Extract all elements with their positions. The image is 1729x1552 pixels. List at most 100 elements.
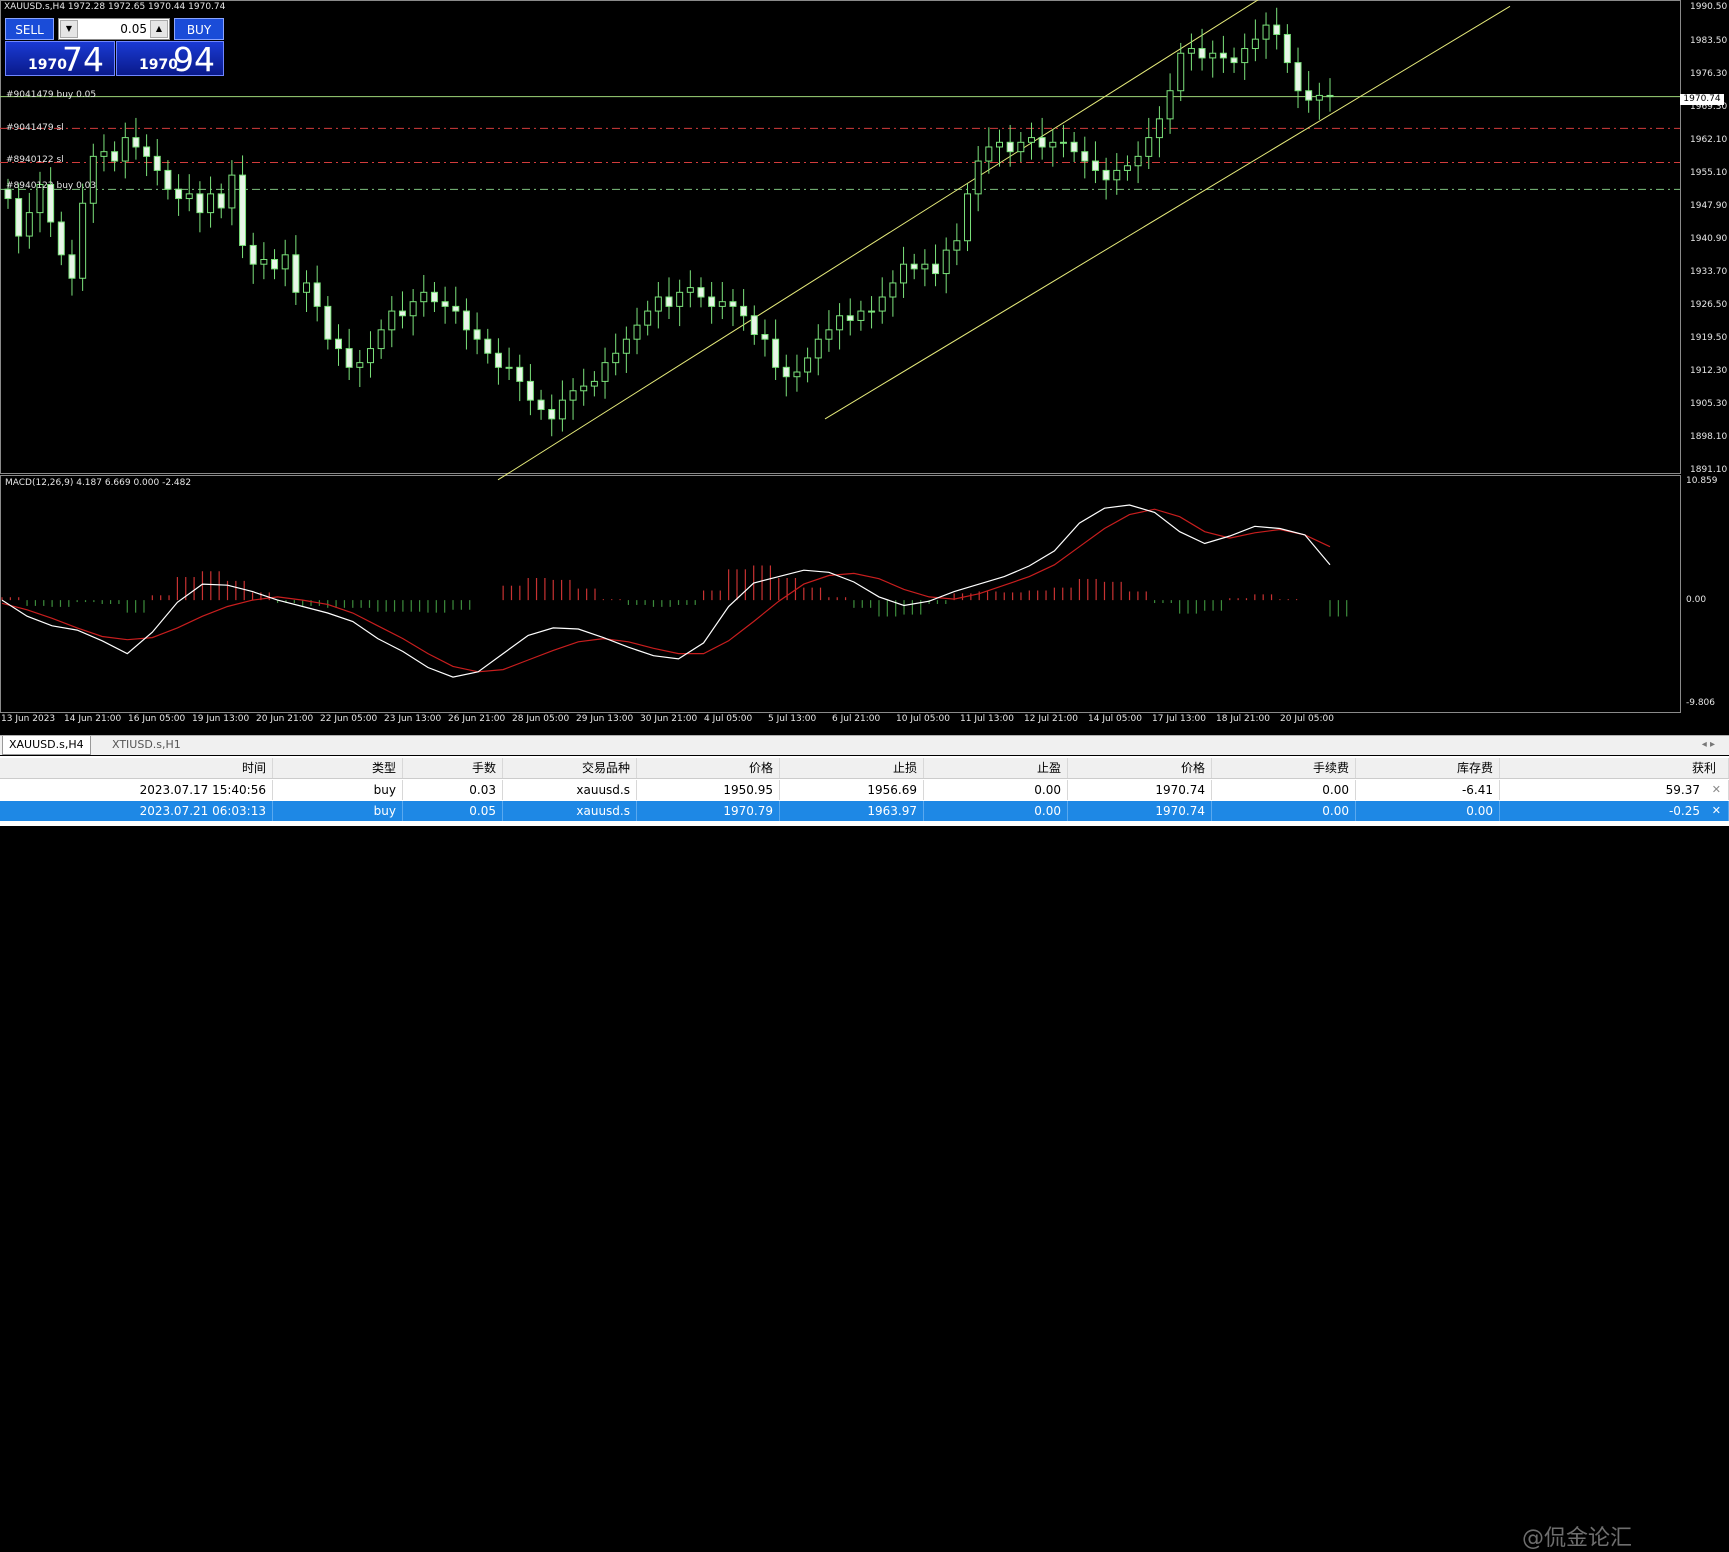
candle-body bbox=[409, 301, 417, 317]
candle-body bbox=[804, 357, 812, 373]
lot-size-input[interactable]: 0.05 bbox=[81, 22, 147, 36]
candle-body bbox=[1294, 62, 1302, 92]
time-axis-label: 22 Jun 05:00 bbox=[320, 714, 378, 724]
candle-body bbox=[430, 291, 438, 303]
time-axis-label: 14 Jun 21:00 bbox=[64, 714, 122, 724]
col-take-profit[interactable]: 止盈 bbox=[924, 758, 1068, 778]
sell-button[interactable]: SELL bbox=[5, 18, 54, 40]
order-line-label: #8940122 sl bbox=[6, 155, 64, 165]
candle-body bbox=[750, 315, 758, 336]
candle-body bbox=[921, 263, 929, 270]
candle-body bbox=[260, 259, 268, 265]
candle-body bbox=[207, 193, 215, 214]
candle-body bbox=[271, 259, 279, 270]
sell-price-button[interactable]: 1970 74 bbox=[5, 40, 115, 79]
time-axis-label: 23 Jun 13:00 bbox=[384, 714, 442, 724]
cell-volume: 0.03 bbox=[403, 780, 503, 800]
macd-axis-label: -9.806 bbox=[1686, 698, 1716, 708]
cell-type: buy bbox=[273, 801, 403, 821]
candle-body bbox=[868, 310, 876, 313]
candle-body bbox=[1315, 94, 1323, 101]
col-current-price[interactable]: 价格 bbox=[1068, 758, 1212, 778]
candle-body bbox=[580, 385, 588, 392]
candle-body bbox=[964, 193, 972, 242]
close-position-icon[interactable]: ✕ bbox=[1712, 783, 1721, 796]
candle-body bbox=[1219, 52, 1227, 59]
candle-body bbox=[388, 310, 396, 331]
candle-body bbox=[782, 366, 790, 378]
cell-type: buy bbox=[273, 780, 403, 800]
cell-swap: -6.41 bbox=[1356, 780, 1500, 800]
candle-body bbox=[569, 390, 577, 401]
cell-volume: 0.05 bbox=[403, 801, 503, 821]
table-row[interactable]: 2023.07.17 15:40:56 buy 0.03 xauusd.s 19… bbox=[0, 780, 1729, 800]
candle-body bbox=[996, 141, 1003, 148]
candle-body bbox=[1059, 141, 1067, 144]
buy-price-button[interactable]: 1970 94 bbox=[116, 40, 224, 79]
price-axis-label: 1990.50 bbox=[1690, 2, 1728, 12]
buy-button[interactable]: BUY bbox=[174, 18, 224, 40]
candle-body bbox=[836, 315, 844, 331]
candle-body bbox=[1230, 57, 1238, 64]
candle-body bbox=[89, 155, 97, 204]
lot-decrease-button[interactable]: ▼ bbox=[60, 20, 78, 38]
candle-body bbox=[196, 193, 204, 214]
time-axis-label: 12 Jul 21:00 bbox=[1024, 714, 1078, 724]
chart-canvas[interactable] bbox=[0, 0, 1729, 735]
cell-stop-loss[interactable]: 1963.97 bbox=[780, 801, 924, 821]
candle-body bbox=[462, 310, 470, 331]
candle-body bbox=[15, 198, 23, 237]
price-axis-label: 1976.30 bbox=[1690, 69, 1728, 79]
candle-body bbox=[1166, 90, 1174, 120]
candle-body bbox=[111, 151, 119, 162]
cell-take-profit[interactable]: 0.00 bbox=[924, 780, 1068, 800]
candle-body bbox=[878, 296, 886, 312]
time-axis-label: 13 Jun 2023 bbox=[1, 714, 56, 724]
tab-xauusd-h4[interactable]: XAUUSD.s,H4 bbox=[2, 736, 91, 755]
candle-body bbox=[1305, 90, 1313, 101]
candle-body bbox=[590, 380, 598, 387]
col-open-price[interactable]: 价格 bbox=[637, 758, 780, 778]
cell-time: 2023.07.17 15:40:56 bbox=[0, 780, 273, 800]
time-axis-label: 20 Jun 21:00 bbox=[256, 714, 314, 724]
candle-body bbox=[900, 263, 908, 284]
candle-body bbox=[100, 151, 108, 157]
col-profit[interactable]: 获利 bbox=[1500, 758, 1729, 778]
table-row-selected[interactable]: 2023.07.21 06:03:13 buy 0.05 xauusd.s 19… bbox=[0, 801, 1729, 821]
candle-body bbox=[281, 254, 289, 270]
chart-area[interactable]: XAUUSD.s,H4 1972.28 1972.65 1970.44 1970… bbox=[0, 0, 1729, 735]
candle-body bbox=[1209, 52, 1217, 59]
candle-body bbox=[857, 310, 865, 321]
close-position-icon[interactable]: ✕ bbox=[1712, 804, 1721, 817]
buy-price-minor: 94 bbox=[173, 40, 215, 79]
macd-axis-label: 0.00 bbox=[1686, 595, 1707, 605]
time-axis-label: 18 Jul 21:00 bbox=[1216, 714, 1270, 724]
macd-signal-line bbox=[1, 508, 1331, 673]
candle-body bbox=[1155, 118, 1163, 139]
col-time[interactable]: 时间 bbox=[0, 758, 273, 778]
candle-body bbox=[217, 193, 225, 209]
tab-xtiusd-h1[interactable]: XTIUSD.s,H1 bbox=[106, 736, 187, 754]
candle-body bbox=[654, 296, 662, 312]
tab-scroll-arrows[interactable]: ◂ ▸ bbox=[1702, 736, 1715, 754]
candle-body bbox=[1049, 141, 1057, 148]
sell-price-minor: 74 bbox=[62, 40, 104, 79]
col-swap[interactable]: 库存费 bbox=[1356, 758, 1500, 778]
col-commission[interactable]: 手续费 bbox=[1212, 758, 1356, 778]
candle-body bbox=[398, 310, 406, 317]
lot-increase-button[interactable]: ▲ bbox=[150, 20, 168, 38]
macd-axis-label: 10.859 bbox=[1686, 476, 1718, 486]
lot-size-stepper[interactable]: ▼ 0.05 ▲ bbox=[58, 18, 170, 40]
col-stop-loss[interactable]: 止损 bbox=[780, 758, 924, 778]
cell-commission: 0.00 bbox=[1212, 780, 1356, 800]
time-axis-label: 4 Jul 05:00 bbox=[704, 714, 753, 724]
candle-body bbox=[889, 282, 897, 298]
price-axis-label: 1955.10 bbox=[1690, 168, 1728, 178]
col-type[interactable]: 类型 bbox=[273, 758, 403, 778]
candle-body bbox=[1177, 52, 1185, 92]
cell-stop-loss[interactable]: 1956.69 bbox=[780, 780, 924, 800]
col-volume[interactable]: 手数 bbox=[403, 758, 503, 778]
cell-take-profit[interactable]: 0.00 bbox=[924, 801, 1068, 821]
col-symbol[interactable]: 交易品种 bbox=[503, 758, 637, 778]
candle-body bbox=[1081, 151, 1089, 162]
